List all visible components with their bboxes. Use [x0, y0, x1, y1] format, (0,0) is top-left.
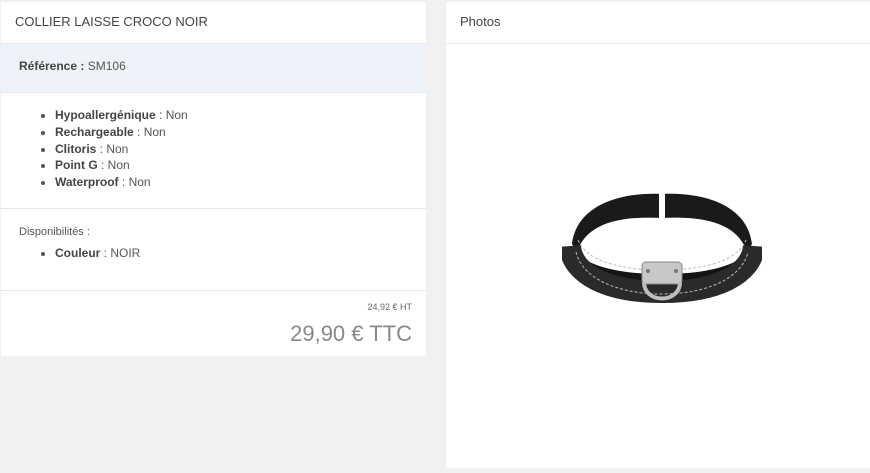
feature-label: Hypoallergénique: [55, 108, 156, 122]
reference-row: Référence : SM106: [1, 44, 426, 93]
feature-item: Rechargeable : Non: [41, 124, 426, 141]
feature-label: Point G: [55, 158, 98, 173]
feature-label: Waterproof: [55, 175, 119, 190]
feature-value: : Non: [118, 175, 151, 190]
photo-area: [446, 44, 870, 468]
feature-item: Hypoallergénique : Non: [41, 107, 426, 124]
reference-value: SM106: [87, 59, 126, 73]
feature-label: Clitoris: [55, 141, 97, 156]
feature-value: : Non: [97, 158, 130, 173]
photos-title: Photos: [446, 2, 870, 44]
product-details-panel: COLLIER LAISSE CROCO NOIR Référence : SM…: [1, 2, 426, 356]
features-list: Hypoallergénique : Non Rechargeable : No…: [1, 93, 426, 209]
feature-item: Point G : Non: [41, 157, 426, 174]
availability-section: Disponibilités : Couleur : NOIR: [1, 209, 426, 291]
photos-panel: Photos: [446, 2, 870, 468]
feature-item: Clitoris : Non: [41, 141, 426, 158]
availability-value: : NOIR: [100, 246, 141, 260]
price-block: 24,92 € HT 29,90 € TTC: [1, 291, 426, 355]
feature-item: Waterproof : Non: [41, 174, 426, 191]
feature-value: : Non: [155, 108, 188, 122]
availability-title: Disponibilités :: [19, 226, 90, 238]
feature-label: Rechargeable: [55, 124, 134, 139]
availability-item: Couleur : NOIR: [41, 245, 426, 262]
product-title: COLLIER LAISSE CROCO NOIR: [1, 2, 426, 44]
price-ht: 24,92 € HT: [367, 302, 412, 312]
black-leather-collar-image[interactable]: [562, 174, 762, 324]
feature-value: : Non: [96, 141, 129, 156]
price-ttc: 29,90 € TTC: [290, 321, 412, 346]
feature-value: : Non: [133, 124, 166, 139]
availability-label: Couleur: [55, 246, 101, 260]
reference-label: Référence :: [19, 59, 85, 73]
